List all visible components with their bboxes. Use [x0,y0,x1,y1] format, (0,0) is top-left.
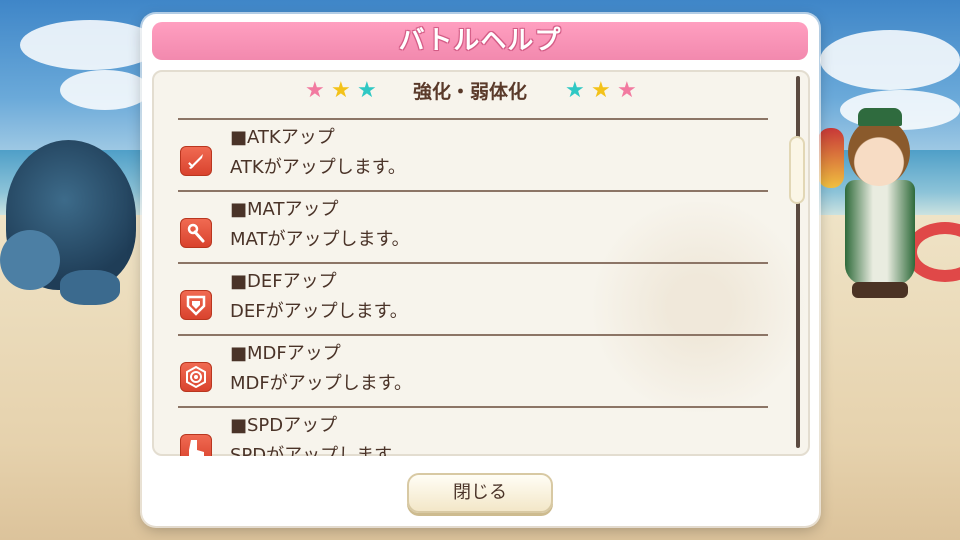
item-name: ■MDFアップ [230,343,341,364]
star-icon: ★ [591,78,611,103]
character-hat [858,108,902,126]
item-description: SPDがアップします。 [230,445,409,456]
close-button[interactable]: 閉じる [407,473,553,513]
star-icon: ★ [617,78,637,103]
list-item: ■MATアップ MATがアップします。 [178,190,768,264]
dialog-title: バトルヘルプ [398,26,562,56]
star-icon: ★ [331,78,351,103]
section-title: 強化・弱体化 [413,81,528,103]
wand-icon [180,218,212,248]
scrollbar-thumb[interactable] [789,136,805,204]
item-description: MATがアップします。 [230,229,410,250]
magic-shield-icon [180,362,212,392]
item-name: ■SPDアップ [230,415,338,436]
item-name: ■DEFアップ [230,271,337,292]
star-icon: ★ [357,78,377,103]
scrollbar-track[interactable] [796,76,800,448]
item-name: ■MATアップ [230,199,339,220]
crest-ornament [818,128,844,188]
character-body [845,180,915,285]
item-description: ATKがアップします。 [230,157,406,178]
item-description: DEFがアップします。 [230,301,408,322]
cloud [60,70,150,110]
list-item: ■DEFアップ DEFがアップします。 [178,262,768,336]
character-feet [852,282,908,298]
boot-icon [180,434,212,456]
cloud [20,20,160,70]
item-description: MDFがアップします。 [230,373,412,394]
cloud [820,30,960,90]
sword-icon [180,146,212,176]
star-icon: ★ [305,78,325,103]
turtle-monster-leg [60,270,120,305]
list-item: ■ATKアップ ATKがアップします。 [178,118,768,192]
turtle-monster-head [0,230,60,290]
shield-icon [180,290,212,320]
character-head [848,118,910,186]
item-name: ■ATKアップ [230,127,335,148]
list-item: ■SPDアップ SPDがアップします。 [178,406,768,456]
star-icon: ★ [565,78,585,103]
list-item: ■MDFアップ MDFがアップします。 [178,334,768,408]
